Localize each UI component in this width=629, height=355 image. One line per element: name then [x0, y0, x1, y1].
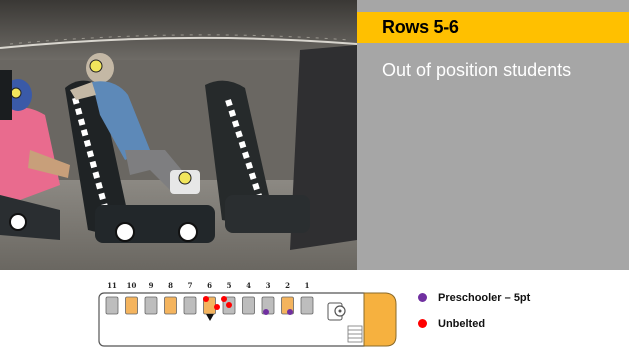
entry-steps: [347, 325, 363, 343]
crash-test-illustration: [0, 0, 357, 270]
seat-rows: [105, 296, 314, 315]
row-number-3: 3: [266, 281, 271, 290]
panel-title: Rows 5-6: [357, 12, 629, 43]
row-number-4: 4: [246, 281, 251, 290]
unbelted-marker: [214, 304, 220, 310]
preschooler-marker: [287, 309, 293, 315]
seat-row-1: [300, 296, 314, 315]
row-number-8: 8: [168, 281, 173, 290]
seat-row-11: [105, 296, 119, 315]
row-number-2: 2: [285, 281, 290, 290]
steering-wheel-icon: [327, 302, 346, 321]
legend-item-preschooler: Preschooler – 5pt: [418, 290, 530, 305]
bus-seating-diagram: 11 10 9 8 7 6 5 4 3 2 1: [96, 280, 401, 350]
legend-dot-red: [418, 319, 427, 328]
panel-subtitle: Out of position students: [382, 60, 572, 80]
section-divider: [0, 270, 629, 274]
preschooler-marker: [263, 309, 269, 315]
bus-svg: 11 10 9 8 7 6 5 4 3 2 1: [98, 281, 397, 347]
bus-hood: [363, 292, 397, 347]
row-number-11: 11: [107, 281, 117, 290]
seat-row-10: [125, 296, 138, 315]
legend: Preschooler – 5pt Unbelted: [418, 290, 530, 342]
legend-label-preschooler: Preschooler – 5pt: [438, 291, 531, 304]
legend-item-unbelted: Unbelted: [418, 316, 530, 331]
seat-row-9: [144, 296, 158, 315]
legend-label-unbelted: Unbelted: [438, 317, 486, 330]
row-number-5: 5: [227, 281, 232, 290]
legend-dot-purple: [418, 293, 427, 302]
info-panel: Rows 5-6 Out of position students: [357, 0, 629, 270]
row-number-10: 10: [127, 281, 137, 290]
unbelted-marker: [203, 296, 209, 302]
unbelted-marker: [221, 296, 227, 302]
row-number-7: 7: [188, 281, 193, 290]
seat-row-7: [183, 296, 197, 315]
seat-row-4: [242, 296, 255, 315]
row-number-6: 6: [207, 281, 212, 290]
row-number-labels: 11 10 9 8 7 6 5 4 3 2 1: [107, 281, 309, 290]
seat-row-8: [164, 296, 177, 315]
row-number-1: 1: [305, 281, 310, 290]
row-number-9: 9: [149, 281, 154, 290]
crash-test-photo: [0, 0, 357, 270]
unbelted-marker: [226, 302, 232, 308]
